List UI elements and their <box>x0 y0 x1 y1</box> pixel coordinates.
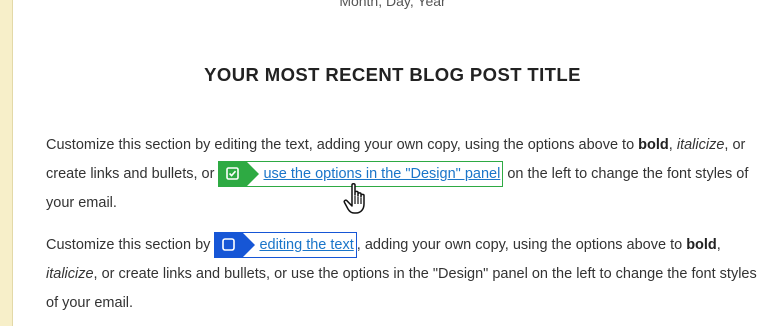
hand-pointer-icon <box>343 183 365 214</box>
paragraph-text: , or create links and bullets, or use th… <box>46 266 757 311</box>
link-wrapper[interactable]: editing the text <box>214 232 357 258</box>
link-tag[interactable] <box>214 232 256 258</box>
paragraph-text: , <box>668 137 677 153</box>
body-paragraph-2[interactable]: Customize this section by editing the te… <box>46 231 766 318</box>
paragraph-text: Customize this section by <box>46 237 215 253</box>
bold-text: bold <box>638 137 669 153</box>
italic-text: italicize <box>676 137 725 153</box>
body-paragraph-1[interactable]: Customize this section by editing the te… <box>46 131 766 218</box>
paragraph-text: , <box>716 237 721 253</box>
editing-text-link[interactable]: editing the text <box>259 237 353 253</box>
checkbox-checked-icon <box>226 167 240 180</box>
checkbox-empty-icon <box>222 238 236 251</box>
italic-text: italicize <box>46 266 94 282</box>
post-title[interactable]: YOUR MOST RECENT BLOG POST TITLE <box>13 64 771 86</box>
email-canvas: Month, Day, Year YOUR MOST RECENT BLOG P… <box>12 0 771 326</box>
bold-text: bold <box>686 237 717 253</box>
post-date[interactable]: Month, Day, Year <box>13 0 771 9</box>
paragraph-text: Customize this section by editing the te… <box>46 137 639 153</box>
link-tag[interactable] <box>218 161 260 187</box>
design-panel-link[interactable]: use the options in the "Design" panel <box>263 166 500 182</box>
paragraph-text: , adding your own copy, using the option… <box>356 237 687 253</box>
